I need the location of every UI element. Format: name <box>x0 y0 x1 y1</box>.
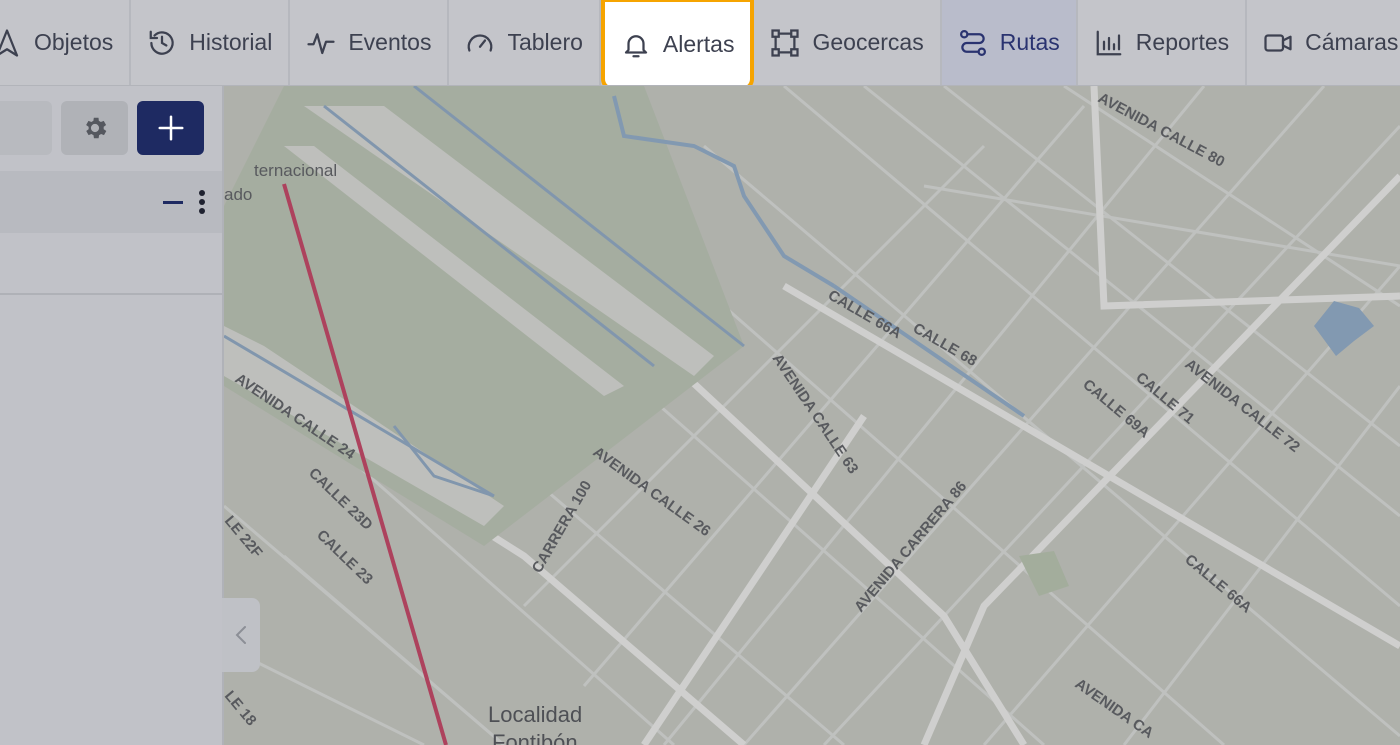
chevron-left-icon <box>235 626 246 644</box>
geofence-square-icon <box>771 28 800 57</box>
search-input[interactable] <box>0 101 52 155</box>
tab-alertas[interactable]: Alertas <box>600 0 755 85</box>
navigation-arrow-icon <box>0 28 19 57</box>
route-icon <box>959 29 986 56</box>
video-camera-icon <box>1264 33 1292 52</box>
tab-historial[interactable]: Historial <box>131 0 291 85</box>
tab-reportes[interactable]: Reportes <box>1078 0 1248 85</box>
gear-icon <box>85 117 106 139</box>
tab-label: Objetos <box>34 29 114 55</box>
gauge-icon <box>468 33 493 52</box>
tab-tablero[interactable]: Tablero <box>449 0 601 85</box>
tab-eventos[interactable]: Eventos <box>290 0 450 85</box>
map-dim-overlay <box>224 86 1400 745</box>
tab-label: Alertas <box>662 31 735 57</box>
tab-rutas[interactable]: Rutas <box>941 0 1078 85</box>
tab-geocercas[interactable]: Geocercas <box>754 0 942 85</box>
tab-label: Tablero <box>507 29 583 55</box>
plus-icon <box>158 115 183 141</box>
activity-pulse-icon <box>307 32 335 54</box>
settings-button[interactable] <box>61 101 128 155</box>
tab-camaras[interactable]: Cámaras <box>1247 0 1400 85</box>
kebab-menu-icon[interactable] <box>198 189 206 215</box>
map-view[interactable]: ternacional ado AVENIDA CALLE 80 CALLE 6… <box>224 86 1400 745</box>
bar-chart-icon <box>1096 30 1122 55</box>
tab-label: Reportes <box>1135 29 1230 55</box>
tab-label: Geocercas <box>812 29 924 55</box>
bell-icon <box>624 34 648 57</box>
tab-label: Eventos <box>348 29 432 55</box>
sidebar-panel <box>0 86 224 745</box>
tab-label: Cámaras <box>1305 29 1399 55</box>
tab-objetos[interactable]: Objetos <box>0 0 132 85</box>
minus-icon[interactable] <box>162 191 184 213</box>
route-group-row[interactable] <box>0 171 222 233</box>
route-list-item[interactable] <box>0 233 222 295</box>
add-route-button[interactable] <box>137 101 204 155</box>
top-navigation: Objetos Historial Eventos Tablero Alerta… <box>0 0 1400 86</box>
sidebar-collapse-handle[interactable] <box>222 598 260 672</box>
tab-label: Rutas <box>999 29 1060 55</box>
tab-label: Historial <box>189 29 273 55</box>
history-icon <box>149 30 174 55</box>
